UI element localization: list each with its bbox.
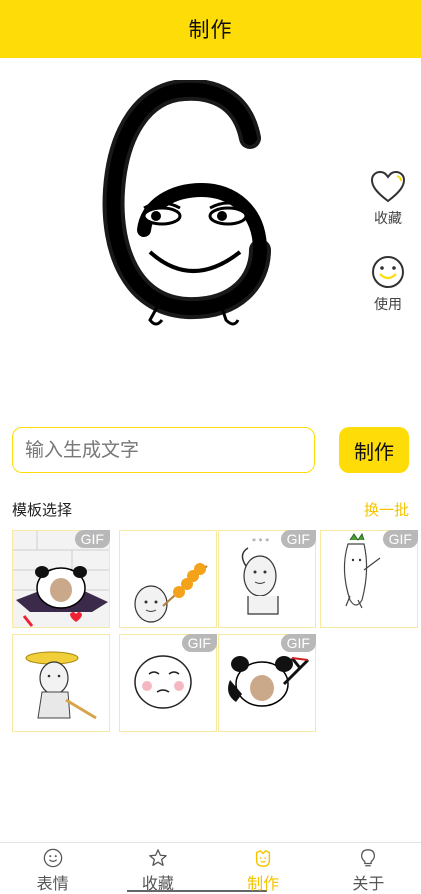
template-tile[interactable] [119, 530, 217, 628]
template-tile[interactable]: * * * GIF [218, 530, 316, 628]
tab-label: 关于 [352, 874, 385, 893]
tab-favorites[interactable]: 收藏 [105, 843, 268, 894]
text-input-row: 制作 [12, 427, 409, 473]
gif-badge: GIF [74, 530, 110, 548]
make-icon [256, 850, 271, 867]
smile-icon [43, 848, 62, 868]
bottom-tab-bar: 表情 收藏 制作 关于 [0, 842, 421, 894]
gif-badge: GIF [280, 634, 316, 652]
template-tile[interactable] [12, 634, 110, 732]
heart-icon [370, 170, 406, 203]
smile-icon [372, 256, 404, 288]
tab-label: 制作 [247, 874, 280, 893]
gif-badge: GIF [382, 530, 418, 548]
refresh-templates-button[interactable]: 换一批 [364, 499, 409, 520]
meme-preview-image [102, 80, 271, 326]
template-section-title: 模板选择 [12, 500, 73, 519]
template-tile[interactable]: GIF [320, 530, 418, 628]
tab-about[interactable]: 关于 [316, 843, 421, 894]
use-label: 使用 [374, 297, 402, 313]
app-header: 制作 [0, 0, 421, 58]
tile-border [119, 530, 217, 628]
page-title: 制作 [188, 18, 233, 42]
template-header: 模板选择 换一批 [12, 498, 409, 520]
use-button[interactable]: 使用 [363, 254, 413, 314]
tab-emoji[interactable]: 表情 [0, 843, 105, 894]
gif-badge: GIF [181, 634, 217, 652]
gif-badge: GIF [280, 530, 316, 548]
make-button[interactable]: 制作 [339, 427, 409, 473]
star-icon [149, 849, 167, 866]
tab-make[interactable]: 制作 [211, 843, 316, 894]
meme-text-input[interactable] [12, 427, 315, 473]
template-tile[interactable]: GIF [12, 530, 110, 628]
template-tile[interactable]: GIF [218, 634, 316, 732]
tab-label: 表情 [36, 874, 69, 893]
favorite-label: 收藏 [374, 211, 402, 227]
favorite-button[interactable]: 收藏 [363, 170, 413, 228]
tile-border [12, 634, 110, 732]
template-tile[interactable]: GIF [119, 634, 217, 732]
bulb-icon [361, 849, 376, 867]
